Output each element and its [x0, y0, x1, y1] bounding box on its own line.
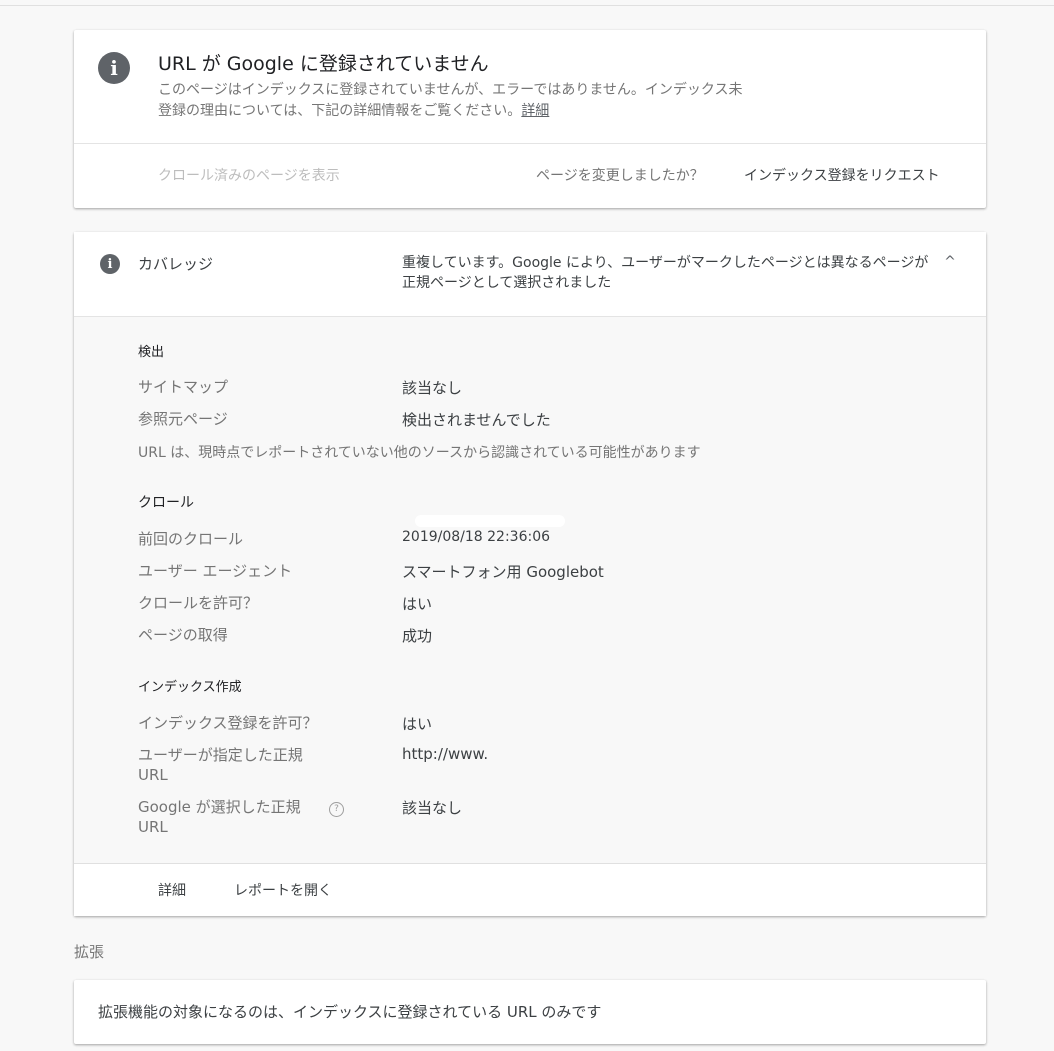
user-agent-label: ユーザー エージェント: [138, 562, 293, 580]
top-divider: [0, 5, 1054, 6]
details-link[interactable]: 詳細: [521, 103, 549, 119]
discovery-note: URL は、現時点でレポートされていない他のソースから認識されている可能性があり…: [138, 445, 701, 461]
status-description-text: このページはインデックスに登録されていませんが、エラーではありません。インデック…: [158, 82, 743, 119]
referring-page-value: 検出されませんでした: [402, 411, 551, 429]
sitemaps-value: 該当なし: [402, 379, 463, 397]
user-agent-value: スマートフォン用 Googlebot: [402, 563, 604, 581]
page-fetch-label: ページの取得: [138, 626, 228, 644]
indexing-allowed-value: はい: [402, 715, 433, 733]
google-canonical-value: 該当なし: [402, 799, 463, 817]
enhancements-card: 拡張機能の対象になるのは、インデックスに登録されている URL のみです: [74, 980, 986, 1044]
discovery-heading: 検出: [138, 345, 165, 360]
coverage-header[interactable]: i カバレッジ 重複しています。Google により、ユーザーがマークしたページ…: [74, 232, 986, 316]
last-crawl-value: 2019/08/18 22:36:06: [402, 529, 551, 545]
index-status-card: i URL が Google に登録されていません このページはインデックスに登…: [74, 30, 986, 208]
indexing-heading: インデックス作成: [138, 680, 242, 695]
crawl-allowed-label: クロールを許可？: [138, 594, 259, 612]
info-icon: i: [100, 254, 120, 274]
open-report-button[interactable]: レポートを開く: [234, 880, 332, 900]
coverage-details: 検出 サイトマップ 該当なし 参照元ページ 検出されませんでした URL は、現…: [74, 317, 986, 863]
referring-page-label: 参照元ページ: [138, 410, 228, 428]
coverage-label: カバレッジ: [138, 255, 214, 273]
page-changed-question: ページを変更しましたか？: [536, 168, 704, 184]
index-status-title: URL が Google に登録されていません: [158, 53, 489, 75]
card-divider: [74, 143, 986, 144]
crawl-heading: クロール: [138, 495, 194, 511]
last-crawl-label: 前回のクロール: [138, 530, 244, 548]
coverage-footer: 詳細 レポートを開く: [74, 864, 986, 916]
google-canonical-label: Google が選択した正規 URL: [138, 798, 301, 836]
details-button[interactable]: 詳細: [158, 880, 186, 900]
sitemaps-label: サイトマップ: [138, 378, 229, 396]
indexing-allowed-label: インデックス登録を許可？: [138, 714, 318, 732]
user-canonical-value: http://www.: [402, 745, 489, 763]
coverage-status: 重複しています。Google により、ユーザーがマークしたページとは異なるページ…: [402, 255, 929, 291]
redacted-url-mask: [415, 515, 565, 527]
crawl-allowed-value: はい: [402, 595, 433, 613]
coverage-card: i カバレッジ 重複しています。Google により、ユーザーがマークしたページ…: [74, 232, 986, 916]
request-indexing-button[interactable]: インデックス登録をリクエスト: [744, 165, 940, 185]
user-canonical-label: ユーザーが指定した正規 URL: [138, 746, 303, 784]
index-status-description: このページはインデックスに登録されていませんが、エラーではありません。インデック…: [158, 80, 748, 122]
enhancements-message: 拡張機能の対象になるのは、インデックスに登録されている URL のみです: [98, 1003, 602, 1021]
page-fetch-value: 成功: [402, 627, 433, 645]
info-icon: i: [98, 52, 130, 84]
enhancements-heading: 拡張: [74, 943, 105, 961]
help-icon[interactable]: ?: [329, 802, 344, 817]
chevron-up-icon[interactable]: ^: [940, 254, 960, 274]
view-crawled-page-button[interactable]: クロール済みのページを表示: [158, 165, 340, 185]
